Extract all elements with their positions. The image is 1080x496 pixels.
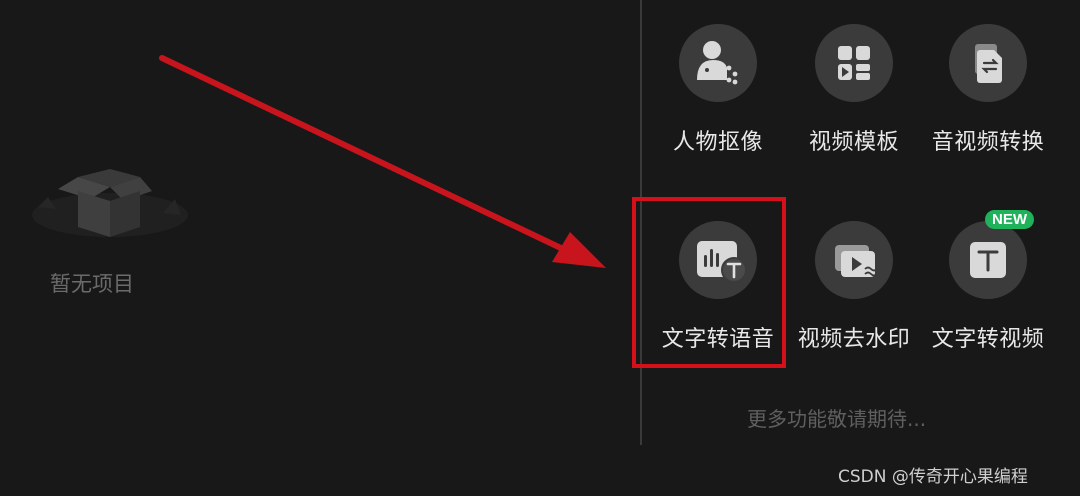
empty-projects-label: 暂无项目 [50,272,134,296]
video-template-icon [815,24,893,102]
remove-watermark-icon [815,221,893,299]
tool-remove-watermark[interactable]: 视频去水印 [784,221,924,353]
tool-text-to-video[interactable]: 文字转视频 [918,221,1058,353]
csdn-watermark: CSDN @传奇开心果编程 [838,467,1028,487]
tool-label: 音视频转换 [931,130,1045,155]
project-pane: 暂无项目 [0,0,640,496]
tool-video-template[interactable]: 视频模板 [784,24,924,156]
new-badge: NEW [985,210,1034,229]
empty-box-icon [32,169,188,237]
tool-label: 人物抠像 [672,130,763,155]
av-convert-icon [949,24,1027,102]
tool-label: 视频模板 [808,130,899,155]
tool-person-cutout[interactable]: 人物抠像 [648,24,788,156]
text-to-video-icon [949,221,1027,299]
highlight-box [632,197,786,368]
tool-label: 视频去水印 [797,327,911,352]
tool-label: 文字转视频 [931,327,1045,352]
more-features-text: 更多功能敬请期待... [747,407,927,431]
tool-av-convert[interactable]: 音视频转换 [918,24,1058,156]
person-cutout-icon [679,24,757,102]
